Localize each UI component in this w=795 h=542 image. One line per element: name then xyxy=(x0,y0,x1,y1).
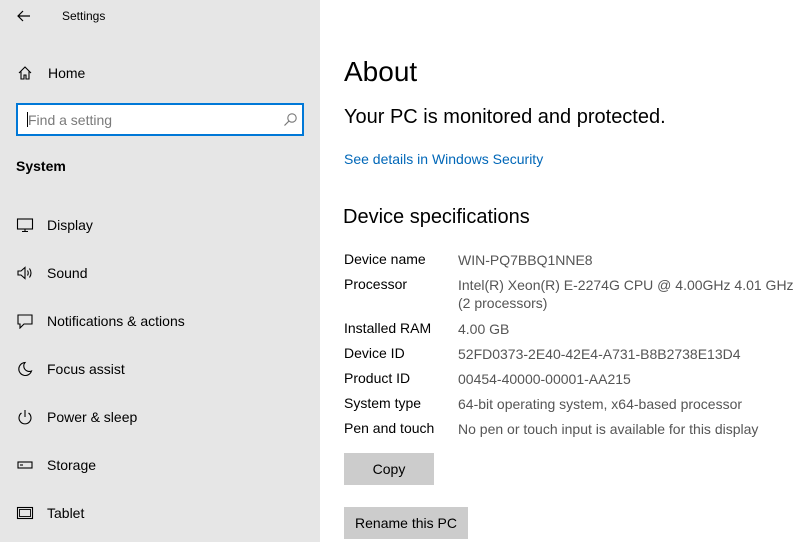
sidebar-item-label: Tablet xyxy=(47,505,85,521)
power-icon xyxy=(18,410,32,425)
spec-value-continuation: (2 processors) xyxy=(458,295,548,311)
spec-label: System type xyxy=(344,395,422,411)
sidebar-item-label: Home xyxy=(48,65,86,81)
back-arrow-icon xyxy=(17,10,30,22)
sidebar-item-notifications[interactable]: Notifications & actions xyxy=(0,297,320,345)
display-icon xyxy=(16,218,34,233)
speaker-icon xyxy=(17,266,32,280)
app-title: Settings xyxy=(62,9,106,23)
spec-value: No pen or touch input is available for t… xyxy=(458,421,759,437)
spec-value: 00454-40000-00001-AA215 xyxy=(458,371,631,387)
moon-icon xyxy=(18,361,33,377)
sidebar-item-focus-assist[interactable]: Focus assist xyxy=(0,345,320,393)
rename-pc-button[interactable]: Rename this PC xyxy=(344,507,468,539)
spec-label: Device name xyxy=(344,251,426,267)
storage-icon xyxy=(17,461,33,469)
sidebar-item-label: Power & sleep xyxy=(47,409,138,425)
page-title: About xyxy=(344,56,418,87)
main-content: About Your PC is monitored and protected… xyxy=(320,0,795,542)
sidebar-item-tablet[interactable]: Tablet xyxy=(0,489,320,537)
sidebar-item-label: Display xyxy=(47,217,93,233)
spec-value: WIN-PQ7BBQ1NNE8 xyxy=(458,252,593,268)
back-button[interactable] xyxy=(10,4,38,28)
search-box[interactable] xyxy=(16,103,304,136)
spec-value: 4.00 GB xyxy=(458,321,510,337)
sidebar-item-sound[interactable]: Sound xyxy=(0,249,320,297)
spec-label: Pen and touch xyxy=(344,420,435,436)
sidebar-item-storage[interactable]: Storage xyxy=(0,441,320,489)
sidebar-item-display[interactable]: Display xyxy=(0,201,320,249)
spec-label: Installed RAM xyxy=(344,320,432,336)
sidebar-item-label: Focus assist xyxy=(47,361,125,377)
device-specs-heading: Device specifications xyxy=(343,206,530,228)
section-heading: System xyxy=(16,158,66,174)
spec-label: Product ID xyxy=(344,370,411,386)
spec-value: 64-bit operating system, x64-based proce… xyxy=(458,396,743,412)
spec-value: 52FD0373-2E40-42E4-A731-B8B2738E13D4 xyxy=(458,346,741,362)
security-status: Your PC is monitored and protected. xyxy=(344,106,666,128)
sidebar-item-label: Sound xyxy=(47,265,88,281)
sidebar-item-home[interactable]: Home xyxy=(0,60,320,86)
title-bar: Settings xyxy=(0,0,320,34)
tablet-icon xyxy=(16,506,34,520)
notifications-icon xyxy=(17,314,33,329)
windows-security-link[interactable]: See details in Windows Security xyxy=(344,151,543,167)
search-input[interactable] xyxy=(28,109,268,131)
sidebar-item-label: Storage xyxy=(47,457,97,473)
spec-label: Processor xyxy=(344,276,408,292)
spec-value: Intel(R) Xeon(R) E-2274G CPU @ 4.00GHz 4… xyxy=(458,277,794,293)
search-icon[interactable] xyxy=(282,112,298,128)
spec-label: Device ID xyxy=(344,345,405,361)
sidebar-item-power-sleep[interactable]: Power & sleep xyxy=(0,393,320,441)
home-icon xyxy=(18,66,32,80)
sidebar-item-label: Notifications & actions xyxy=(47,313,185,329)
copy-button[interactable]: Copy xyxy=(344,453,434,485)
sidebar: Settings Home System Display Sound xyxy=(0,0,320,542)
